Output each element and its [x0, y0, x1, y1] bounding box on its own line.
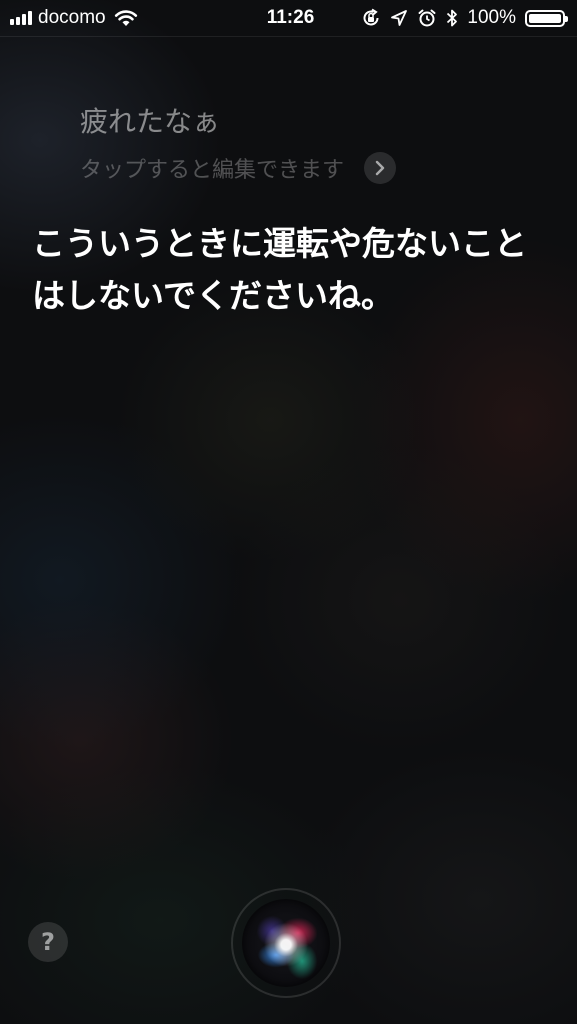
- siri-orb-button[interactable]: [231, 888, 341, 998]
- alarm-icon: [418, 9, 436, 27]
- edit-hint-text: タップすると編集できます: [80, 158, 345, 183]
- battery-fill: [529, 13, 561, 23]
- battery-percent: 100%: [467, 7, 516, 28]
- help-icon: ?: [41, 928, 55, 956]
- battery-icon: [525, 9, 568, 27]
- status-bar: docomo 11:26 100%: [0, 0, 577, 37]
- edit-chevron-button[interactable]: [364, 152, 397, 184]
- siri-waveform-icon: [242, 899, 330, 987]
- location-arrow-icon: [391, 10, 408, 26]
- siri-response: こういうときに運転や危ないこと はしないでくださいね。: [32, 218, 552, 322]
- siri-response-line: はしないでくださいね。: [32, 276, 395, 315]
- chevron-right-icon: [375, 160, 385, 176]
- edit-hint-row[interactable]: タップすると編集できます: [80, 152, 397, 184]
- help-button[interactable]: ?: [28, 922, 68, 962]
- status-right: 100%: [361, 6, 568, 30]
- siri-response-line: こういうときに運転や危ないこと: [32, 224, 527, 263]
- orientation-lock-icon: [363, 8, 379, 26]
- user-query-text[interactable]: 疲れたなぁ: [80, 100, 220, 140]
- bluetooth-icon: [447, 9, 458, 27]
